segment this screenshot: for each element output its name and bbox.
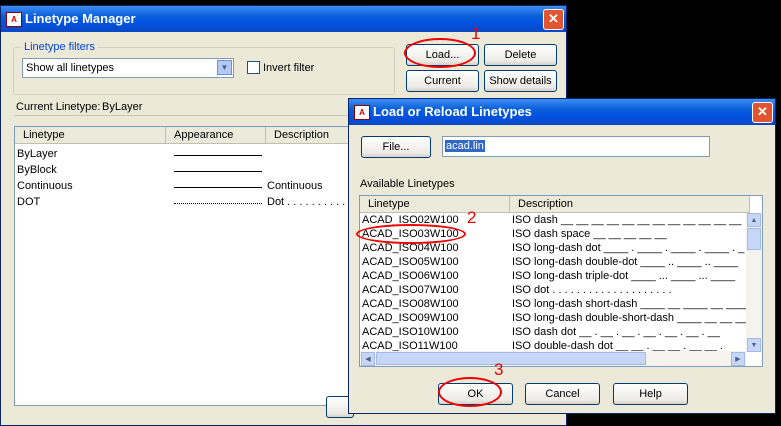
scroll-up-icon[interactable]: ▲ bbox=[747, 213, 761, 227]
table-row[interactable]: ACAD_ISO05W100 ISO long-dash double-dot … bbox=[360, 256, 748, 270]
row-description: ISO dot . . . . . . . . . . . . . . . . … bbox=[512, 284, 672, 296]
column-header-linetype[interactable]: Linetype bbox=[360, 196, 510, 213]
annotation-oval-2 bbox=[356, 224, 466, 244]
manager-title: Linetype Manager bbox=[25, 11, 136, 26]
annotation-step-3: 3 bbox=[494, 360, 504, 379]
cancel-button[interactable]: Cancel bbox=[525, 383, 600, 405]
table-row[interactable]: ACAD_ISO06W100 ISO long-dash triple-dot … bbox=[360, 270, 748, 284]
appearance-sample bbox=[174, 171, 262, 172]
file-name-field[interactable]: acad.lin bbox=[442, 136, 710, 157]
filters-group-label: Linetype filters bbox=[21, 41, 98, 53]
row-linetype: ACAD_ISO09W100 bbox=[362, 312, 459, 324]
file-name-value: acad.lin bbox=[445, 140, 485, 152]
appearance-sample bbox=[174, 155, 262, 156]
show-details-button[interactable]: Show details bbox=[484, 70, 557, 92]
manager-titlebar[interactable]: A Linetype Manager ✕ bbox=[1, 6, 566, 32]
help-button[interactable]: Help bbox=[613, 383, 688, 405]
row-description: ISO long-dash double-dot ____ .. ____ ..… bbox=[512, 256, 739, 268]
row-description: Continuous bbox=[267, 180, 323, 192]
dialog-title: Load or Reload Linetypes bbox=[373, 104, 532, 119]
row-linetype: ACAD_ISO06W100 bbox=[362, 270, 459, 282]
horizontal-scrollbar[interactable]: ◀ ▶ bbox=[360, 351, 746, 366]
scroll-down-icon[interactable]: ▼ bbox=[747, 338, 761, 352]
row-description: ISO dash dot __ . __ . __ . __ . __ . __… bbox=[512, 326, 720, 338]
table-row[interactable]: ACAD_ISO09W100 ISO long-dash double-shor… bbox=[360, 312, 760, 326]
row-linetype: ACAD_ISO08W100 bbox=[362, 298, 459, 310]
row-linetype: DOT bbox=[17, 196, 41, 208]
row-description: ISO long-dash short-dash ____ __ ____ __… bbox=[512, 298, 751, 310]
vertical-scrollbar[interactable]: ▲ ▼ bbox=[746, 213, 762, 352]
available-linetypes-label: Available Linetypes bbox=[360, 178, 455, 190]
row-linetype: ByLayer bbox=[17, 148, 58, 160]
table-row[interactable]: Continuous Continuous bbox=[15, 179, 345, 195]
manager-close-icon[interactable]: ✕ bbox=[543, 9, 564, 30]
row-description: ISO dash space __ __ __ __ __ bbox=[512, 228, 667, 240]
delete-button[interactable]: Delete bbox=[484, 44, 557, 66]
current-linetype-label: Current Linetype: bbox=[16, 101, 101, 113]
chevron-down-icon[interactable]: ▼ bbox=[217, 60, 232, 75]
scroll-left-icon[interactable]: ◀ bbox=[361, 352, 375, 366]
row-description: ISO long-dash dot ____ . ____ . ____ . _… bbox=[512, 242, 745, 254]
table-row[interactable]: DOT Dot . . . . . . . . . . bbox=[15, 195, 345, 211]
dialog-titlebar[interactable]: A Load or Reload Linetypes ✕ bbox=[349, 99, 775, 125]
vertical-scroll-thumb[interactable] bbox=[747, 228, 761, 250]
table-row[interactable]: ACAD_ISO04W100 ISO long-dash dot ____ . … bbox=[360, 242, 748, 256]
table-row[interactable]: ByBlock bbox=[15, 163, 345, 179]
column-header-appearance[interactable]: Appearance bbox=[166, 127, 266, 144]
available-linetypes-list[interactable]: Linetype Description ACAD_ISO02W100 ISO … bbox=[359, 195, 763, 367]
column-header-description[interactable]: Description bbox=[510, 196, 750, 213]
appearance-sample bbox=[174, 187, 262, 188]
annotation-step-2: 2 bbox=[467, 208, 477, 227]
current-button[interactable]: Current bbox=[406, 70, 479, 92]
row-linetype: ACAD_ISO07W100 bbox=[362, 284, 459, 296]
table-row[interactable]: ACAD_ISO08W100 ISO long-dash short-dash … bbox=[360, 298, 751, 312]
appearance-sample bbox=[174, 203, 262, 204]
annotation-step-1: 1 bbox=[471, 24, 481, 43]
row-description: Dot . . . . . . . . . . bbox=[267, 196, 346, 208]
row-linetype: ByBlock bbox=[17, 164, 57, 176]
row-description: ISO dash __ __ __ __ __ __ __ __ __ __ _… bbox=[512, 214, 742, 226]
scroll-right-icon[interactable]: ▶ bbox=[731, 352, 745, 366]
dialog-close-icon[interactable]: ✕ bbox=[752, 102, 773, 123]
column-header-linetype[interactable]: Linetype bbox=[15, 127, 166, 144]
load-linetypes-dialog: A Load or Reload Linetypes ✕ File... aca… bbox=[348, 98, 776, 414]
horizontal-scroll-thumb[interactable] bbox=[376, 352, 646, 365]
row-linetype: Continuous bbox=[17, 180, 73, 192]
file-button[interactable]: File... bbox=[361, 136, 431, 158]
invert-filter-label: Invert filter bbox=[263, 62, 315, 74]
invert-filter-checkbox[interactable] bbox=[247, 61, 260, 74]
table-row[interactable]: ByLayer bbox=[15, 147, 345, 163]
row-description: ISO long-dash double-short-dash ____ __ … bbox=[512, 312, 760, 324]
table-row[interactable]: ACAD_ISO07W100 ISO dot . . . . . . . . .… bbox=[360, 284, 748, 298]
row-description: ISO long-dash triple-dot ____ ... ____ .… bbox=[512, 270, 736, 282]
current-linetype-value: ByLayer bbox=[102, 101, 143, 113]
autocad-app-icon: A bbox=[354, 105, 370, 120]
annotation-oval-1 bbox=[404, 38, 476, 68]
table-row[interactable]: ACAD_ISO10W100 ISO dash dot __ . __ . __… bbox=[360, 326, 748, 340]
row-linetype: ACAD_ISO10W100 bbox=[362, 326, 459, 338]
annotation-oval-3 bbox=[438, 377, 502, 407]
autocad-app-icon: A bbox=[6, 12, 22, 27]
row-linetype: ACAD_ISO05W100 bbox=[362, 256, 459, 268]
linetype-filter-select[interactable]: Show all linetypes ▼ bbox=[22, 58, 234, 78]
filter-select-value: Show all linetypes bbox=[26, 62, 115, 74]
